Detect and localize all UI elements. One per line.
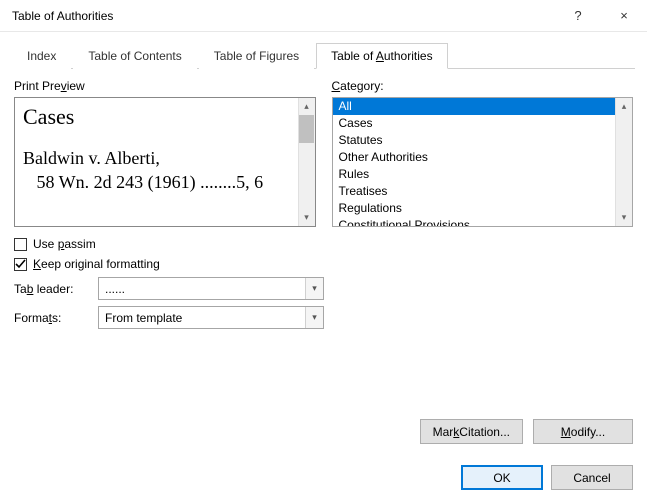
preview-line-2: 58 Wn. 2d 243 (1961) ........5, 6 (23, 170, 290, 194)
category-label: Category: Category: (332, 79, 634, 93)
help-button[interactable]: ? (555, 0, 601, 32)
formats-select[interactable]: From template ▾ (98, 306, 324, 329)
tab-table-of-contents[interactable]: Table of Contents (73, 43, 196, 69)
use-passim-checkbox[interactable] (14, 238, 27, 251)
tab-table-of-authorities[interactable]: Table of Authorities Table of Authoritie… (316, 43, 447, 69)
category-item-treatises[interactable]: Treatises (333, 183, 616, 200)
titlebar: Table of Authorities ? × (0, 0, 647, 32)
scroll-thumb[interactable] (299, 115, 314, 143)
tab-strip: Index Table of Contents Table of Figures… (12, 42, 635, 69)
cancel-button[interactable]: Cancel (551, 465, 633, 490)
tab-index[interactable]: Index (12, 43, 71, 69)
category-item-all[interactable]: All (333, 98, 616, 115)
scroll-down-icon[interactable]: ▾ (616, 209, 632, 226)
tab-leader-value: ...... (105, 282, 125, 296)
preview-line-1: Baldwin v. Alberti, (23, 146, 290, 170)
keep-formatting-checkbox[interactable] (14, 258, 27, 271)
tab-leader-select[interactable]: ...... ▾ (98, 277, 324, 300)
window-title: Table of Authorities (12, 9, 555, 23)
category-scrollbar[interactable]: ▴ ▾ (615, 98, 632, 226)
modify-button[interactable]: Modify... Modify... (533, 419, 633, 444)
close-button[interactable]: × (601, 0, 647, 32)
keep-formatting-label: Keep original formatting Keep original f… (33, 257, 160, 271)
scroll-up-icon[interactable]: ▴ (616, 98, 632, 115)
category-item-other-authorities[interactable]: Other Authorities (333, 149, 616, 166)
category-item-statutes[interactable]: Statutes (333, 132, 616, 149)
category-item-rules[interactable]: Rules (333, 166, 616, 183)
preview-scrollbar[interactable]: ▴ ▾ (298, 98, 315, 226)
chevron-down-icon: ▾ (305, 278, 323, 299)
scroll-down-icon[interactable]: ▾ (299, 209, 315, 226)
print-preview-box: Cases Baldwin v. Alberti, 58 Wn. 2d 243 … (14, 97, 316, 227)
mark-citation-button[interactable]: Mark Citation... Mark Citation... (420, 419, 523, 444)
tab-leader-label: Tab leader: (14, 282, 88, 296)
category-item-cases[interactable]: Cases (333, 115, 616, 132)
category-listbox[interactable]: All Cases Statutes Other Authorities Rul… (332, 97, 634, 227)
formats-label: Formats: (14, 311, 88, 325)
ok-button[interactable]: OK (461, 465, 543, 490)
formats-value: From template (105, 311, 182, 325)
print-preview-label: Print Preview Print Preview (14, 79, 316, 93)
scroll-up-icon[interactable]: ▴ (299, 98, 315, 115)
tab-table-of-figures[interactable]: Table of Figures (199, 43, 314, 69)
print-preview-content: Cases Baldwin v. Alberti, 58 Wn. 2d 243 … (15, 98, 298, 226)
category-item-constitutional[interactable]: Constitutional Provisions (333, 217, 616, 226)
use-passim-label: Use passim Use passim (33, 237, 96, 251)
preview-heading: Cases (23, 102, 290, 132)
chevron-down-icon: ▾ (305, 307, 323, 328)
category-item-regulations[interactable]: Regulations (333, 200, 616, 217)
